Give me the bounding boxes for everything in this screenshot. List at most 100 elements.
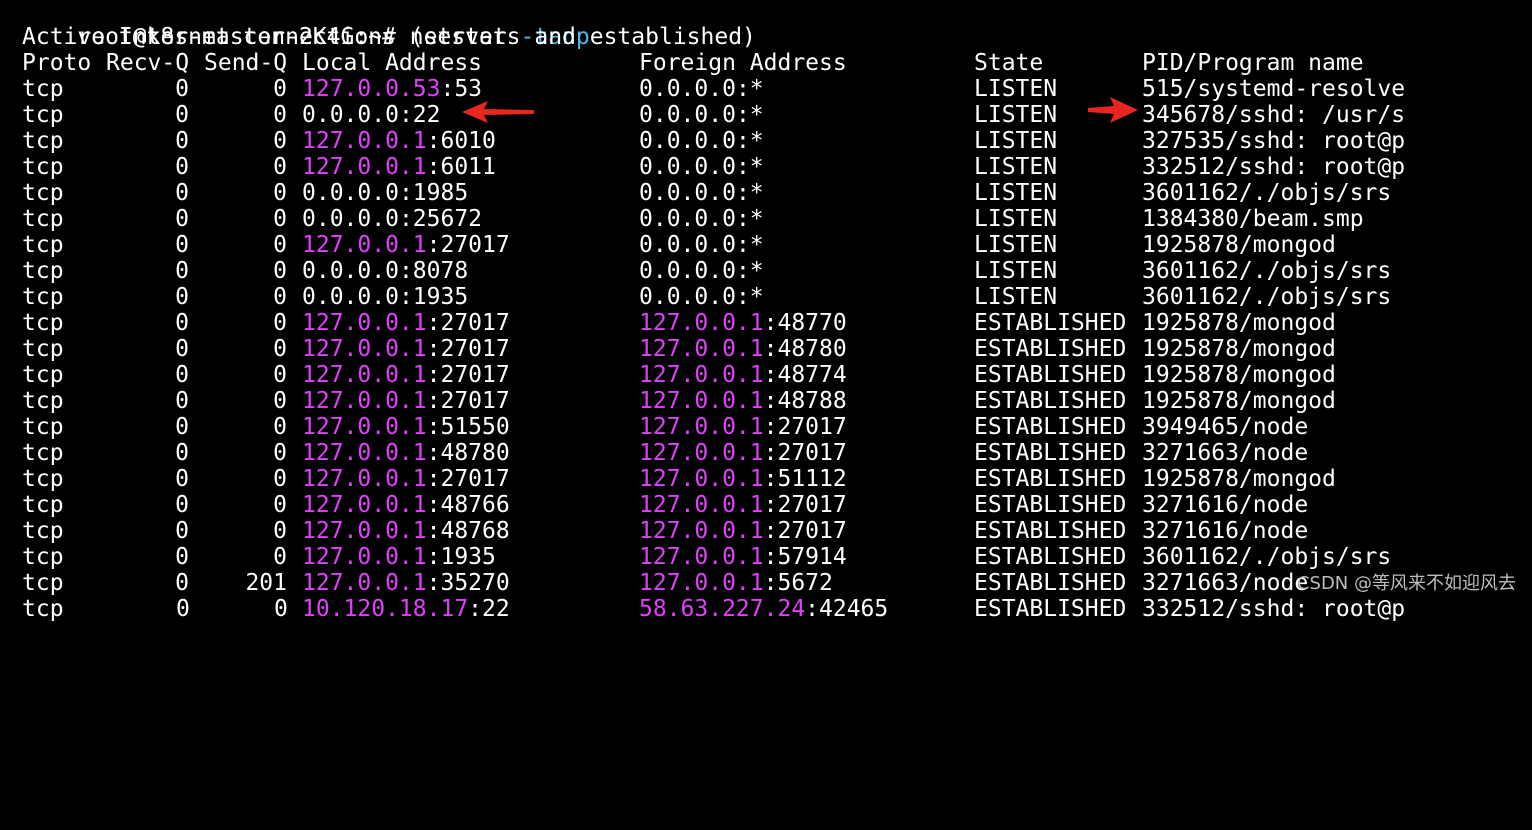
cell-state: ESTABLISHED xyxy=(974,440,1127,466)
cell-program: 3271663/node xyxy=(1142,440,1309,466)
foreign-ip: 127.0.0.1 xyxy=(639,492,764,518)
cell-sendq: 0 xyxy=(273,544,287,570)
foreign-ip: 127.0.0.1 xyxy=(639,362,764,388)
cell-sendq: 0 xyxy=(273,466,287,492)
cell-local-address: 127.0.0.1:48766 xyxy=(302,492,510,518)
cell-program: 3271616/node xyxy=(1142,492,1309,518)
cell-program: 332512/sshd: root@p xyxy=(1142,596,1406,622)
cell-program: 345678/sshd: /usr/s xyxy=(1142,102,1406,128)
local-port: :1935 xyxy=(398,284,469,310)
cell-recvq: 0 xyxy=(175,154,189,180)
table-row: tcp 0 0 127.0.0.1:48766 127.0.0.1:27017 ESTAB… xyxy=(22,492,1502,518)
table-row: tcp 0 0 127.0.0.1:27017 127.0.0.1:48770 ESTAB… xyxy=(22,310,1502,336)
cell-sendq: 0 xyxy=(273,414,287,440)
partial-table-row: tcp 0 0 10.120.18.17:22 58.63.227.24:424… xyxy=(22,596,1405,622)
local-port: :22 xyxy=(468,596,510,622)
cell-program: 1925878/mongod xyxy=(1142,336,1336,362)
foreign-ip: 0.0.0.0 xyxy=(639,76,736,102)
cell-local-address: 127.0.0.53:53 xyxy=(302,76,482,102)
local-port: :48766 xyxy=(426,492,510,518)
cell-proto: tcp xyxy=(22,414,64,440)
cell-sendq: 0 xyxy=(273,518,287,544)
cell-sendq: 0 xyxy=(273,388,287,414)
cell-sendq: 0 xyxy=(273,232,287,258)
local-ip: 127.0.0.53 xyxy=(302,76,441,102)
cell-sendq: 0 xyxy=(273,440,287,466)
header-sendq: Send-Q xyxy=(204,50,288,76)
foreign-ip: 127.0.0.1 xyxy=(639,440,764,466)
foreign-port: :27017 xyxy=(763,492,847,518)
table-row: tcp 0 0 127.0.0.1:1935 127.0.0.1:57914 ESTABL… xyxy=(22,544,1502,570)
cell-local-address: 127.0.0.1:27017 xyxy=(302,388,510,414)
header-state: State xyxy=(974,50,1044,76)
foreign-port: :48770 xyxy=(763,310,847,336)
table-row: tcp 0 0 127.0.0.1:48768 127.0.0.1:27017 ESTAB… xyxy=(22,518,1502,544)
cell-sendq: 0 xyxy=(273,492,287,518)
header-proto: Proto xyxy=(22,50,92,76)
cell-foreign-address: 0.0.0.0:* xyxy=(639,232,764,258)
table-row: tcp 0 0 127.0.0.1:51550 127.0.0.1:27017 ESTAB… xyxy=(22,414,1502,440)
table-row: tcp 0 0 0.0.0.0:25672 0.0.0.0:* LISTEN 1384380… xyxy=(22,206,1502,232)
local-ip: 10.120.18.17 xyxy=(302,596,469,622)
foreign-ip: 58.63.227.24 xyxy=(639,596,806,622)
header-foreign-address: Foreign Address xyxy=(639,50,847,76)
cell-proto: tcp xyxy=(22,388,64,414)
cell-state: ESTABLISHED xyxy=(974,414,1127,440)
output-summary: Active Internet connections (servers and… xyxy=(22,24,756,50)
foreign-port: :48780 xyxy=(763,336,847,362)
cell-program: 3601162/./objs/srs xyxy=(1142,544,1392,570)
cell-proto: tcp xyxy=(22,154,64,180)
cell-recvq: 0 xyxy=(176,596,190,622)
cell-program: 3601162/./objs/srs xyxy=(1142,284,1392,310)
local-port: :35270 xyxy=(426,570,510,596)
cell-state: LISTEN xyxy=(974,76,1058,102)
table-row: tcp 0 0 127.0.0.1:27017 127.0.0.1:48788 ESTAB… xyxy=(22,388,1502,414)
local-ip: 127.0.0.1 xyxy=(302,362,427,388)
foreign-ip: 127.0.0.1 xyxy=(639,466,764,492)
foreign-port: :27017 xyxy=(763,414,847,440)
cell-local-address: 127.0.0.1:48780 xyxy=(302,440,510,466)
local-ip: 127.0.0.1 xyxy=(302,466,427,492)
local-ip: 127.0.0.1 xyxy=(302,544,427,570)
local-port: :6011 xyxy=(426,154,496,180)
table-row: tcp 0 0 127.0.0.53:53 0.0.0.0:* LISTEN 515/sys… xyxy=(22,76,1502,102)
cell-program: 1925878/mongod xyxy=(1142,388,1336,414)
local-port: :1935 xyxy=(426,544,496,570)
foreign-port: :* xyxy=(735,128,764,154)
foreign-ip: 127.0.0.1 xyxy=(639,336,764,362)
table-row: tcp 0 0 0.0.0.0:1935 0.0.0.0:* LISTEN 3601162/… xyxy=(22,284,1502,310)
cell-local-address: 127.0.0.1:27017 xyxy=(302,362,510,388)
cell-recvq: 0 xyxy=(175,258,189,284)
cell-foreign-address: 127.0.0.1:27017 xyxy=(639,414,847,440)
cell-program: 332512/sshd: root@p xyxy=(1142,154,1406,180)
prompt-line: root@k8s-master-2K4G:~# netstat -tanp xyxy=(22,0,589,50)
local-port: :27017 xyxy=(426,232,510,258)
cell-state: ESTABLISHED xyxy=(974,518,1127,544)
cell-recvq: 0 xyxy=(175,102,189,128)
cell-proto: tcp xyxy=(22,128,64,154)
foreign-ip: 0.0.0.0 xyxy=(639,128,736,154)
cell-sendq: 0 xyxy=(273,102,287,128)
cell-foreign-address: 127.0.0.1:48788 xyxy=(639,388,847,414)
foreign-ip: 0.0.0.0 xyxy=(639,180,736,206)
table-row: tcp 0 0 127.0.0.1:27017 127.0.0.1:51112 ESTAB… xyxy=(22,466,1502,492)
table-row: tcp 0 0 0.0.0.0:1985 0.0.0.0:* LISTEN 3601162/… xyxy=(22,180,1502,206)
cell-proto: tcp xyxy=(22,206,64,232)
cell-foreign-address: 0.0.0.0:* xyxy=(639,284,764,310)
foreign-port: :48788 xyxy=(763,388,847,414)
foreign-port: :* xyxy=(735,180,764,206)
cell-proto: tcp xyxy=(22,596,64,622)
cell-local-address: 127.0.0.1:6011 xyxy=(302,154,496,180)
cell-local-address: 127.0.0.1:35270 xyxy=(302,570,510,596)
right-arrow-icon xyxy=(1088,97,1138,123)
foreign-port: :* xyxy=(735,206,764,232)
cell-recvq: 0 xyxy=(175,284,189,310)
cell-foreign-address: 0.0.0.0:* xyxy=(639,206,764,232)
cell-recvq: 0 xyxy=(175,362,189,388)
cell-sendq: 0 xyxy=(273,258,287,284)
local-port: :6010 xyxy=(426,128,496,154)
cell-sendq: 0 xyxy=(273,154,287,180)
terminal-window[interactable]: root@k8s-master-2K4G:~# netstat -tanp Ac… xyxy=(0,0,1532,622)
cell-program: 1384380/beam.smp xyxy=(1142,206,1364,232)
foreign-ip: 127.0.0.1 xyxy=(639,570,764,596)
